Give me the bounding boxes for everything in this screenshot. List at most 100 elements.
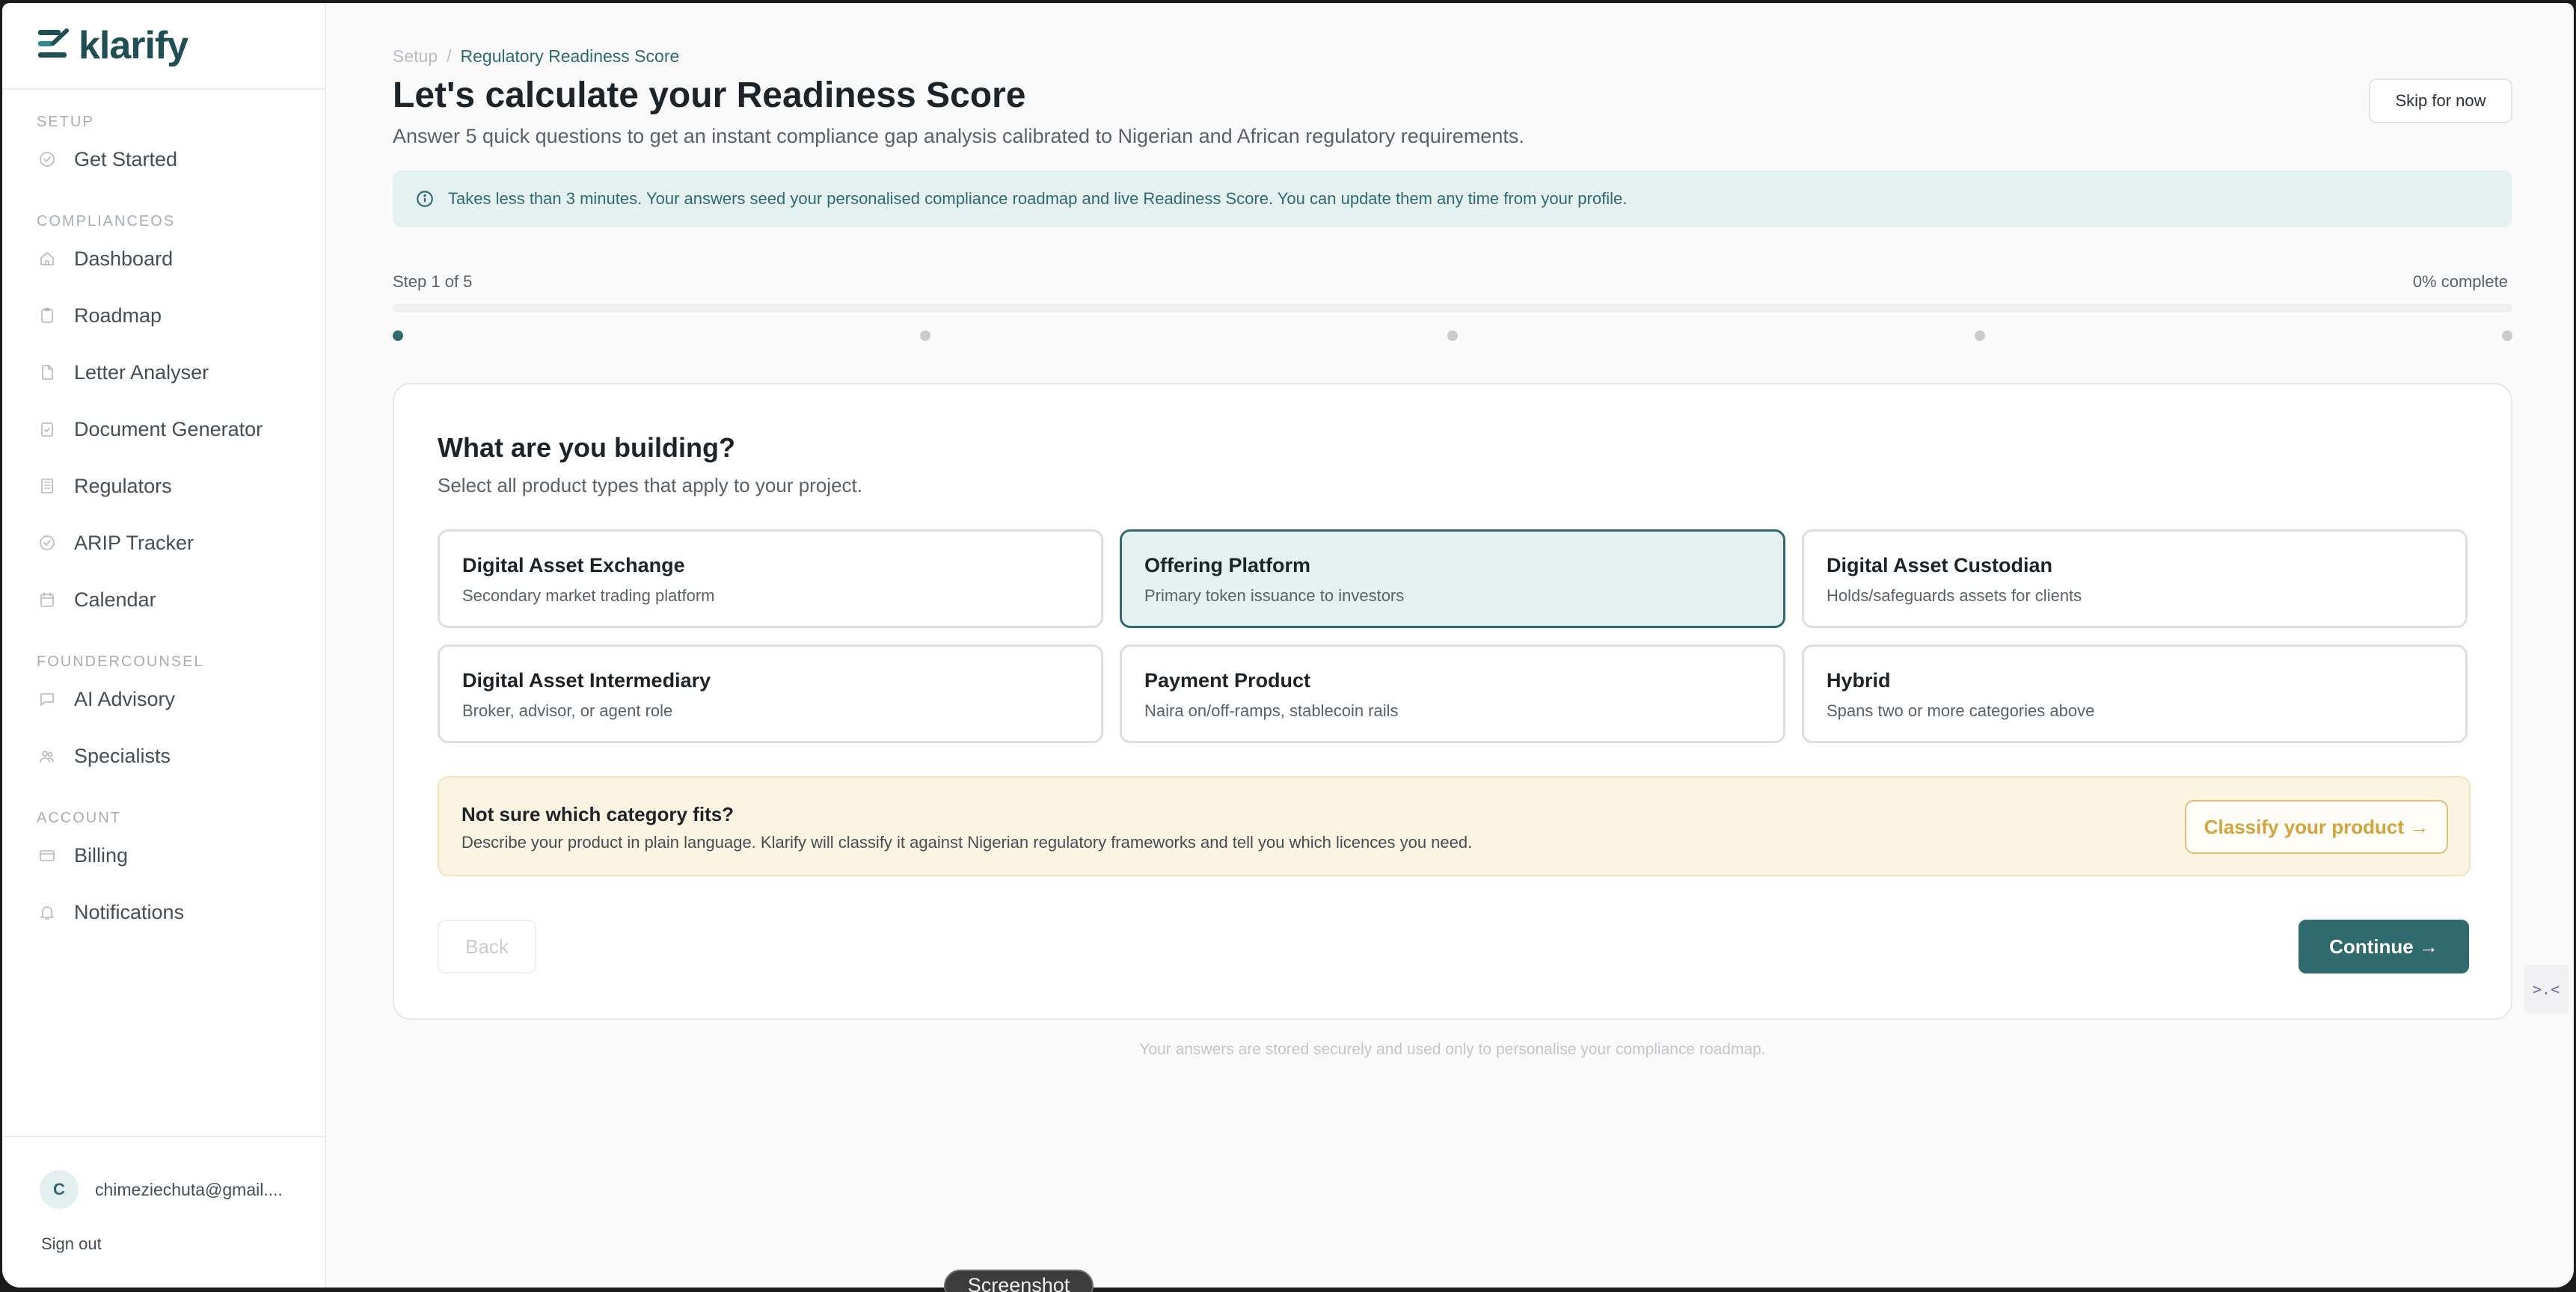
app-window: klarify SETUP Get Started COMPLIANCEOS Dash… bbox=[2, 3, 2574, 1288]
user-email: chimeziechuta@gmail.... bbox=[95, 1179, 283, 1199]
option-description: Secondary market trading platform bbox=[462, 586, 715, 605]
question-card: What are you building? Select all produc… bbox=[393, 383, 2512, 1020]
klarify-logo-icon bbox=[37, 28, 71, 64]
clipboard-icon bbox=[38, 307, 56, 324]
option-digital-asset-intermediary[interactable]: Digital Asset Intermediary Broker, adviso… bbox=[438, 645, 1103, 743]
sidebar-item-get-started[interactable]: Get Started bbox=[2, 131, 325, 188]
file-icon bbox=[38, 363, 56, 381]
sidebar-item-label: Dashboard bbox=[74, 247, 174, 270]
check-circle-icon bbox=[38, 150, 56, 168]
option-title: Digital Asset Exchange bbox=[462, 554, 685, 576]
option-offering-platform[interactable]: Offering Platform Primary token issuance … bbox=[1120, 529, 1785, 628]
floating-widget-button[interactable]: >.< bbox=[2524, 965, 2569, 1014]
continue-button[interactable]: Continue → bbox=[2299, 920, 2469, 973]
breadcrumb-current: Regulatory Readiness Score bbox=[460, 46, 680, 66]
sidebar-item-label: Calendar bbox=[74, 588, 156, 611]
screenshot-pill[interactable]: Screenshot bbox=[944, 1270, 1094, 1292]
option-payment-product[interactable]: Payment Product Naira on/off-ramps, stabl… bbox=[1120, 645, 1785, 743]
info-banner: Takes less than 3 minutes. Your answers … bbox=[393, 170, 2512, 227]
sidebar-item-label: Document Generator bbox=[74, 417, 263, 440]
home-icon bbox=[38, 250, 56, 268]
sidebar-item-label: Get Started bbox=[74, 147, 178, 170]
breadcrumb-parent[interactable]: Setup bbox=[393, 46, 438, 66]
card-icon bbox=[38, 846, 56, 864]
option-description: Naira on/off-ramps, stablecoin rails bbox=[1144, 701, 1399, 720]
sidebar-item-label: Letter Analyser bbox=[74, 360, 209, 384]
bell-icon bbox=[38, 903, 56, 921]
step-dot bbox=[2502, 330, 2512, 341]
clipboard-check-icon bbox=[38, 420, 56, 438]
calendar-icon bbox=[38, 591, 56, 609]
brand[interactable]: klarify bbox=[2, 3, 325, 90]
sidebar-item-label: Billing bbox=[74, 843, 129, 867]
sidebar-item-label: Regulators bbox=[74, 474, 172, 497]
sidebar-item-specialists[interactable]: Specialists bbox=[2, 727, 325, 784]
sidebar-item-roadmap[interactable]: Roadmap bbox=[2, 287, 325, 344]
brand-name: klarify bbox=[79, 24, 188, 67]
sidebar-item-arip-tracker[interactable]: ARIP Tracker bbox=[2, 514, 325, 571]
step-dot bbox=[920, 330, 930, 341]
sidebar-item-billing[interactable]: Billing bbox=[2, 827, 325, 884]
sidebar-item-letter-analyser[interactable]: Letter Analyser bbox=[2, 344, 325, 401]
sidebar-item-notifications[interactable]: Notifications bbox=[2, 884, 325, 941]
option-title: Payment Product bbox=[1144, 669, 1311, 692]
sidebar-item-dashboard[interactable]: Dashboard bbox=[2, 230, 325, 287]
classify-description: Describe your product in plain language.… bbox=[461, 833, 1473, 852]
option-digital-asset-exchange[interactable]: Digital Asset Exchange Secondary market t… bbox=[438, 529, 1103, 628]
sidebar-item-label: ARIP Tracker bbox=[74, 531, 194, 554]
page-title: Let's calculate your Readiness Score bbox=[393, 76, 1026, 115]
question-subtitle: Select all product types that apply to y… bbox=[438, 474, 862, 496]
nav-section-label: COMPLIANCEOS bbox=[37, 213, 176, 230]
sidebar-nav: SETUP Get Started COMPLIANCEOS Dashboard Roa… bbox=[2, 114, 325, 941]
main-content: Setup / Regulatory Readiness Score Let's c… bbox=[326, 3, 2574, 1288]
privacy-footnote: Your answers are stored securely and use… bbox=[1139, 1041, 1766, 1058]
breadcrumb: Setup / Regulatory Readiness Score bbox=[393, 46, 679, 67]
sidebar: klarify SETUP Get Started COMPLIANCEOS Dash… bbox=[2, 3, 326, 1288]
page-subtitle: Answer 5 quick questions to get an insta… bbox=[393, 125, 1524, 147]
nav-section-label: FOUNDERCOUNSEL bbox=[37, 653, 204, 670]
classify-callout: Not sure which category fits? Describe y… bbox=[438, 776, 2471, 876]
sidebar-item-label: Specialists bbox=[74, 744, 171, 767]
breadcrumb-separator: / bbox=[447, 46, 452, 66]
sign-out-link[interactable]: Sign out bbox=[41, 1234, 102, 1254]
option-digital-asset-custodian[interactable]: Digital Asset Custodian Holds/safeguards … bbox=[1802, 529, 2468, 628]
building-icon bbox=[38, 477, 56, 495]
option-title: Digital Asset Intermediary bbox=[462, 669, 711, 692]
option-description: Spans two or more categories above bbox=[1827, 701, 2095, 720]
step-dot bbox=[393, 330, 403, 341]
progress-bar bbox=[393, 304, 2512, 313]
check-circle-icon bbox=[38, 534, 56, 552]
option-description: Holds/safeguards assets for clients bbox=[1827, 586, 2082, 605]
percent-complete: 0% complete bbox=[2412, 272, 2508, 291]
back-button[interactable]: Back bbox=[438, 920, 536, 973]
nav-section-label: SETUP bbox=[37, 114, 94, 130]
chat-icon bbox=[38, 690, 56, 708]
classify-title: Not sure which category fits? bbox=[461, 803, 735, 825]
sidebar-item-regulators[interactable]: Regulators bbox=[2, 458, 325, 514]
info-icon bbox=[415, 189, 435, 209]
sidebar-item-ai-advisory[interactable]: AI Advisory bbox=[2, 671, 325, 727]
sidebar-item-label: AI Advisory bbox=[74, 687, 176, 710]
avatar: C bbox=[40, 1170, 79, 1209]
step-dot bbox=[1975, 330, 1985, 341]
user-row[interactable]: C chimeziechuta@gmail.... bbox=[2, 1137, 325, 1209]
question-title: What are you building? bbox=[438, 432, 735, 463]
sidebar-item-label: Roadmap bbox=[74, 304, 162, 327]
option-description: Broker, advisor, or agent role bbox=[462, 701, 673, 720]
skip-button[interactable]: Skip for now bbox=[2369, 79, 2512, 123]
option-title: Hybrid bbox=[1827, 669, 1891, 692]
option-title: Digital Asset Custodian bbox=[1827, 554, 2053, 576]
user-area: C chimeziechuta@gmail.... Sign out bbox=[2, 1136, 325, 1288]
option-title: Offering Platform bbox=[1144, 554, 1311, 576]
step-label: Step 1 of 5 bbox=[393, 272, 473, 291]
option-hybrid[interactable]: Hybrid Spans two or more categories above bbox=[1802, 645, 2468, 743]
info-banner-text: Takes less than 3 minutes. Your answers … bbox=[448, 189, 1628, 208]
sidebar-item-label: Notifications bbox=[74, 900, 185, 923]
nav-section-label: ACCOUNT bbox=[37, 810, 121, 826]
sidebar-item-document-generator[interactable]: Document Generator bbox=[2, 401, 325, 458]
classify-product-button[interactable]: Classify your product → bbox=[2185, 800, 2448, 854]
step-dot bbox=[1447, 330, 1458, 341]
option-description: Primary token issuance to investors bbox=[1144, 586, 1405, 605]
users-icon bbox=[38, 747, 56, 765]
sidebar-item-calendar[interactable]: Calendar bbox=[2, 571, 325, 628]
